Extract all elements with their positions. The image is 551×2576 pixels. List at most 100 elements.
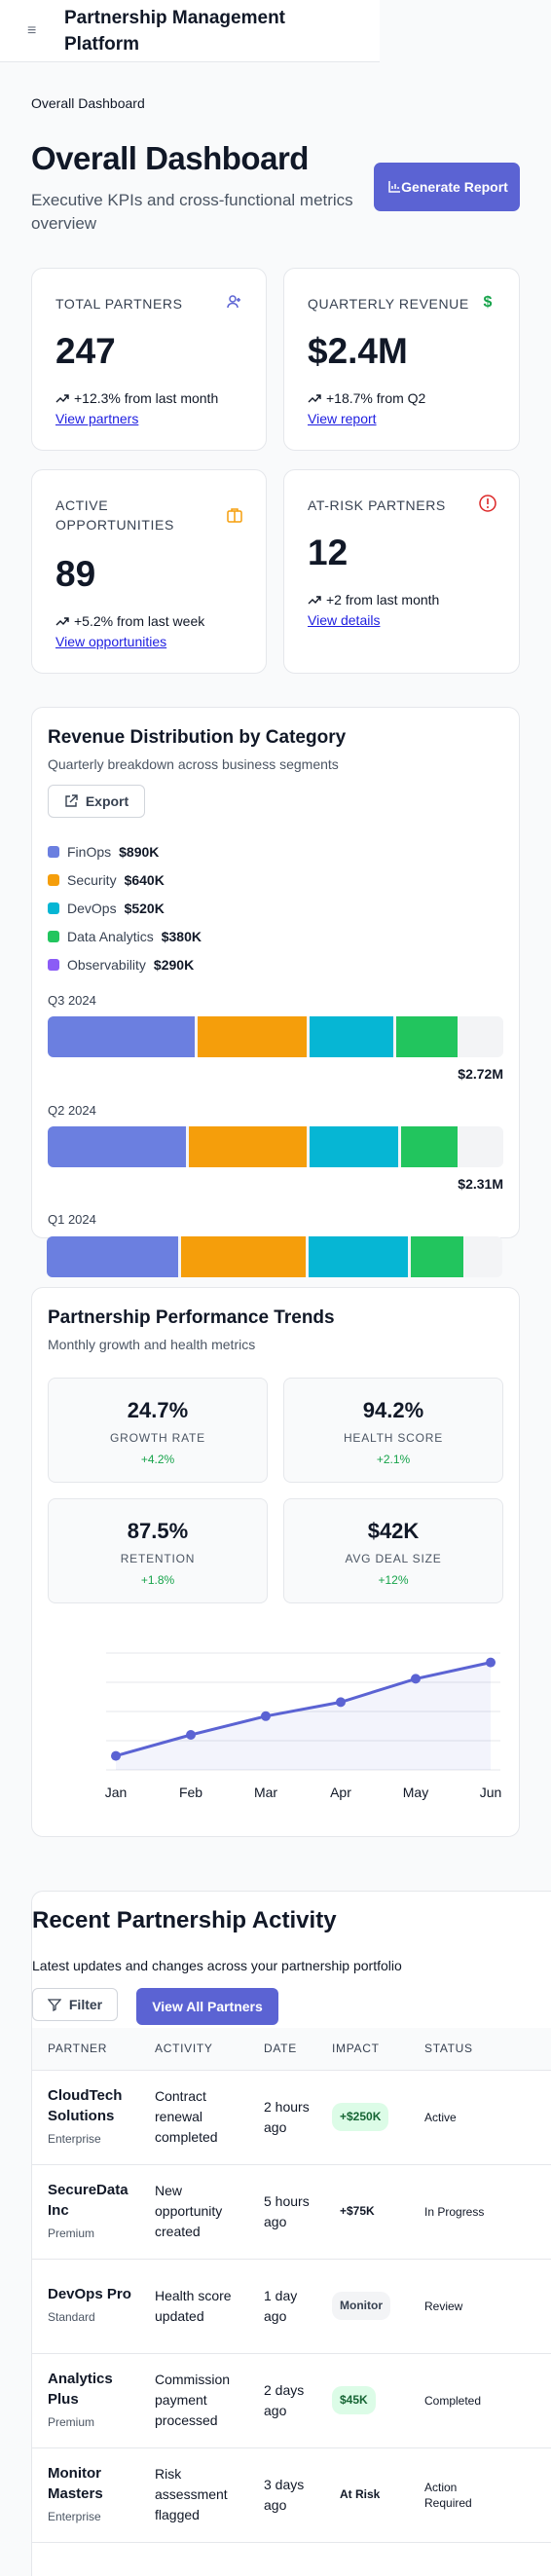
metric-label: GROWTH RATE [110,1431,205,1445]
kpi-card-active-opportunities[interactable]: ACTIVE OPPORTUNITIES 89 +5.2% from last … [31,469,267,674]
impact-cell: +$250K [316,2070,409,2165]
quarter-label: Q2 2024 [48,1103,96,1118]
legend-name: Data Analytics [67,929,154,944]
table-row[interactable]: Analytics Plus Premium Commission payment … [32,2353,551,2448]
data-point [186,1730,196,1740]
kpi-change: +5.2% from last week [55,613,204,629]
view-all-partners-button[interactable]: View All Partners [136,1988,278,2025]
generate-report-button[interactable]: Generate Report [374,163,520,211]
metric-value: 24.7% [127,1398,189,1422]
table-row[interactable]: DevOps Pro Standard Health score updated 1 … [32,2259,551,2354]
series-area [116,1662,491,1770]
view-opportunities-link[interactable]: View opportunities [55,634,166,649]
revenue-distribution-card: Revenue Distribution by Category Quarter… [31,707,520,1238]
activity-cell: Contract renewal completed [139,2070,248,2165]
kpi-change: +18.7% from Q2 [308,390,425,406]
view-report-link[interactable]: View report [308,411,377,426]
kpi-change: +2 from last month [308,592,439,607]
view-details-link[interactable]: View details [308,612,380,628]
legend-swatch [48,902,59,914]
card-subtitle: Quarterly breakdown across business segm… [48,756,339,772]
kpi-card-total-partners[interactable]: TOTAL PARTNERS 247 +12.3% from last mont… [31,268,267,451]
kpi-value: $2.4M [308,331,408,371]
metric-label: AVG DEAL SIZE [345,1552,442,1565]
column-header[interactable]: STATUS [409,2028,551,2071]
activity-section: Recent Partnership Activity Latest updat… [31,1891,551,2576]
section-subtitle: Latest updates and changes across your p… [32,1958,402,1973]
quarter-bar-segment [310,1126,398,1167]
filter-button[interactable]: Filter [32,1988,118,2021]
column-header[interactable]: ACTIVITY [139,2028,248,2071]
table-row[interactable]: Monitor Masters Enterprise Risk assessment… [32,2447,551,2543]
quarter-bar-segment [198,1016,308,1057]
impact-badge: At Risk [340,2487,381,2501]
data-point [486,1657,496,1668]
x-tick-label: Jun [480,1785,502,1800]
breadcrumb[interactable]: Overall Dashboard [31,95,145,111]
impact-cell: Monitor [316,2259,409,2354]
column-header[interactable]: PARTNER [32,2028,139,2071]
legend-name: Security [67,872,117,888]
date-cell: 3 days ago [248,2447,316,2543]
quarter-bar-segment [48,1126,187,1167]
quarter-bar-segment [47,1236,179,1277]
filter-icon [47,1999,61,2011]
kpi-label: ACTIVE OPPORTUNITIES [55,497,174,533]
quarter-total: $2.31M [458,1176,503,1192]
bar-chart-icon [388,181,400,193]
page-title: Overall Dashboard [31,140,309,176]
metric-change: +1.8% [140,1573,175,1587]
impact-cell: +$75K [316,2164,409,2260]
legend-value: $640K [124,872,165,888]
partner-cell[interactable]: Analytics Plus Premium [32,2353,139,2448]
metric-value: $42K [367,1519,420,1543]
quarter-label: Q1 2024 [48,1212,96,1227]
metric-card-health-score: 94.2% HEALTH SCORE +2.1% [283,1378,503,1483]
partner-cell[interactable]: Monitor Masters Enterprise [32,2447,139,2543]
quarter-bar-segment [310,1016,393,1057]
table-header-row: PARTNER ACTIVITY DATE IMPACT STATUS [32,2028,551,2071]
data-point [411,1674,421,1684]
app-title: Partnership Management Platform [64,7,285,55]
metric-value: 87.5% [127,1519,189,1543]
export-label: Export [85,793,129,809]
legend-value: $380K [161,929,202,944]
partner-name[interactable]: DevOps Pro [48,2284,139,2304]
impact-badge: Monitor [332,2292,390,2320]
legend-name: DevOps [67,901,117,916]
quarter-label: Q3 2024 [48,993,96,1008]
kpi-label: AT-RISK PARTNERS [308,497,446,513]
column-header[interactable]: DATE [248,2028,316,2071]
hamburger-icon[interactable]: ≡ [27,22,55,40]
partner-tier: Standard [48,2310,95,2324]
view-partners-link[interactable]: View partners [55,411,138,426]
legend-item: FinOps $890K [48,842,159,862]
partner-name[interactable]: Monitor Masters [48,2463,139,2504]
metric-label: HEALTH SCORE [343,1431,444,1445]
partner-name[interactable]: CloudTech Solutions [48,2085,139,2126]
card-subtitle: Monthly growth and health metrics [48,1337,256,1352]
date-cell: 2 days ago [248,2353,316,2448]
table-row[interactable]: SecureData Inc Premium New opportunity cre… [32,2164,551,2260]
export-button[interactable]: Export [48,785,145,818]
column-header[interactable]: IMPACT [316,2028,409,2071]
partner-cell[interactable]: CloudTech Solutions Enterprise [32,2070,139,2165]
card-title: Revenue Distribution by Category [48,727,347,748]
quarter-bar-segment [396,1016,458,1057]
table-row[interactable]: CloudTech Solutions Enterprise Contract re… [32,2070,551,2165]
partner-tier: Enterprise [48,2509,101,2523]
metric-value: 94.2% [362,1398,424,1422]
status-text: Review [424,2299,463,2313]
kpi-card-quarterly-revenue[interactable]: QUARTERLY REVENUE $ $2.4M +18.7% from Q2… [283,268,520,451]
metric-change: +4.2% [140,1453,175,1466]
legend-name: Observability [67,957,146,973]
kpi-label: QUARTERLY REVENUE [308,296,469,312]
partner-cell[interactable]: SecureData Inc Premium [32,2164,139,2260]
partner-name[interactable]: Analytics Plus [48,2369,139,2410]
legend-item: Data Analytics $380K [48,927,202,946]
partner-name[interactable]: SecureData Inc [48,2180,139,2221]
kpi-card-at-risk-partners[interactable]: AT-RISK PARTNERS 12 +2 from last month V… [283,469,520,674]
partner-cell[interactable]: DevOps Pro Standard [32,2259,139,2354]
metric-change: +2.1% [376,1453,411,1466]
x-tick-label: May [403,1785,428,1800]
